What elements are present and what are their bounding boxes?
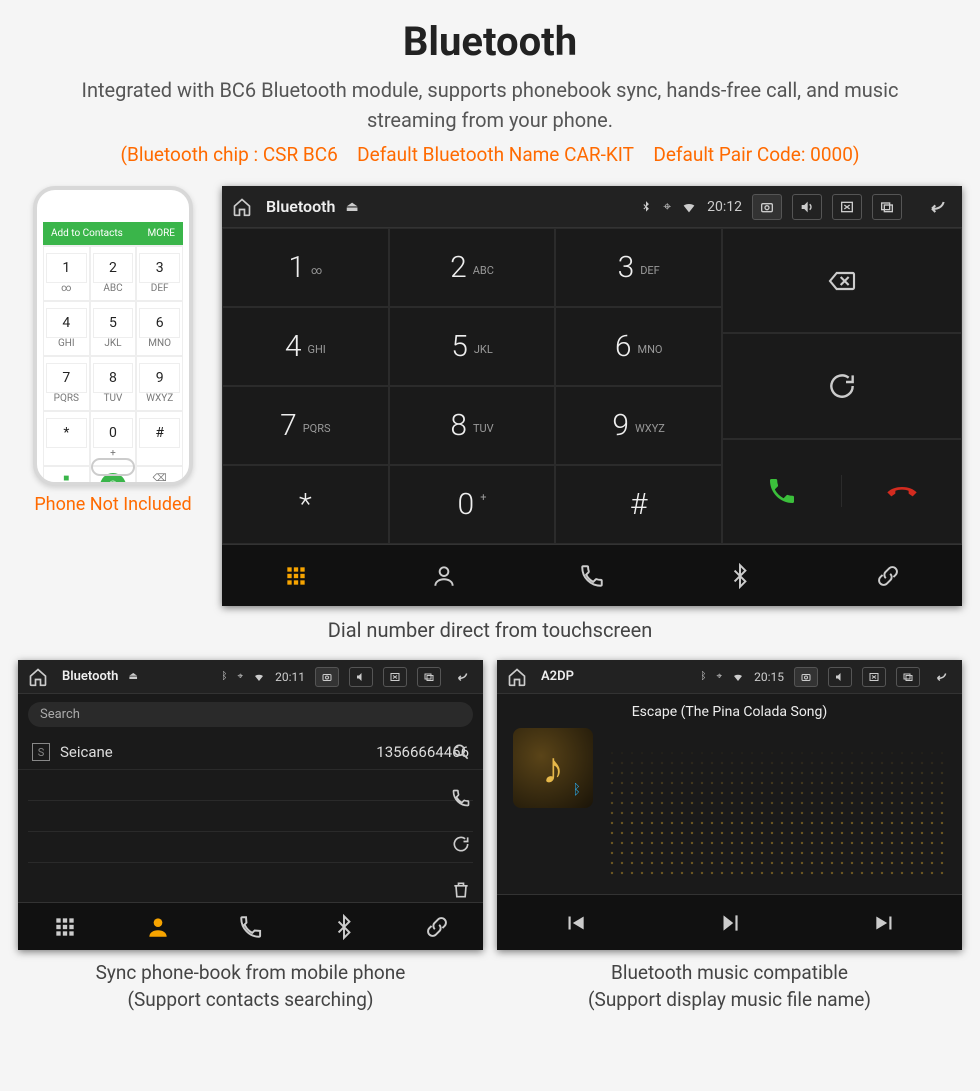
call-icon[interactable] xyxy=(447,784,475,812)
back-icon[interactable] xyxy=(451,670,473,684)
song-title: Escape (The Pina Colada Song) xyxy=(632,704,828,720)
home-icon[interactable] xyxy=(232,197,252,217)
status-title: A2DP xyxy=(541,669,574,684)
phone-column: ༄ Add to Contacts MORE 1∞2ABC3DEF 4GHI5J… xyxy=(18,186,208,515)
key-5[interactable]: 5JKL xyxy=(389,307,556,386)
phone-header-left: Add to Contacts xyxy=(51,228,123,239)
key-9[interactable]: 9WXYZ xyxy=(555,386,722,465)
dialer-panel: Bluetooth ⏏ ⌖ 20:12 xyxy=(222,186,962,606)
redial-button[interactable] xyxy=(722,333,962,438)
phonebook-caption: Sync phone-book from mobile phone (Suppo… xyxy=(18,950,483,1013)
delete-icon[interactable] xyxy=(447,876,475,904)
location-icon: ⌖ xyxy=(237,671,243,682)
key-2[interactable]: 2ABC xyxy=(389,228,556,307)
key-3[interactable]: 3DEF xyxy=(555,228,722,307)
tab-call-log[interactable] xyxy=(518,545,666,606)
volume-icon[interactable] xyxy=(828,667,852,687)
tab-bluetooth[interactable] xyxy=(297,903,390,950)
phonebook-panel: Bluetooth ⏏ ᛒ ⌖ 20:11 Search S Seicane 1… xyxy=(18,660,483,950)
location-icon: ⌖ xyxy=(716,671,722,682)
tab-dialpad[interactable] xyxy=(18,903,111,950)
tab-bluetooth[interactable] xyxy=(666,545,814,606)
page-specs: (Bluetooth chip : CSR BC6 Default Blueto… xyxy=(0,139,980,186)
tab-dialpad[interactable] xyxy=(222,545,370,606)
wifi-icon xyxy=(732,671,744,683)
bluetooth-status-icon: ᛒ xyxy=(221,671,227,682)
bluetooth-badge-icon: ᛒ xyxy=(573,782,581,798)
hangup-button[interactable] xyxy=(842,475,961,507)
contact-name: Seicane xyxy=(60,743,376,761)
key-0[interactable]: 0+ xyxy=(389,465,556,544)
close-icon[interactable] xyxy=(862,667,886,687)
volume-icon[interactable] xyxy=(349,667,373,687)
equalizer-visual xyxy=(607,738,948,880)
bottom-tabs xyxy=(222,544,962,606)
next-track-button[interactable] xyxy=(807,895,962,950)
usb-icon: ⏏ xyxy=(345,199,358,215)
search-input[interactable]: Search xyxy=(28,702,473,727)
a2dp-caption: Bluetooth music compatible (Support disp… xyxy=(497,950,962,1013)
phone-caption: Phone Not Included xyxy=(18,494,208,515)
screenshot-icon[interactable] xyxy=(752,194,782,220)
screenshot-icon[interactable] xyxy=(315,667,339,687)
a2dp-panel: A2DP ᛒ ⌖ 20:15 Escape (The Pina Colada S… xyxy=(497,660,962,950)
screenshot-icon[interactable] xyxy=(794,667,818,687)
status-title: Bluetooth xyxy=(266,197,335,216)
home-icon[interactable] xyxy=(28,667,48,687)
contact-row[interactable]: S Seicane 13566664466 xyxy=(18,735,483,770)
status-title: Bluetooth xyxy=(62,669,118,684)
status-time: 20:15 xyxy=(754,670,784,684)
page-subtitle: Integrated with BC6 Bluetooth module, su… xyxy=(0,65,980,139)
key-1[interactable]: 1∞ xyxy=(222,228,389,307)
play-pause-button[interactable] xyxy=(652,895,807,950)
tab-contacts[interactable] xyxy=(370,545,518,606)
dialpad-grid: 1∞ 2ABC 3DEF 4GHI 5JKL 6MNO 7PQRS 8TUV 9… xyxy=(222,228,722,544)
backspace-button[interactable] xyxy=(722,228,962,333)
tab-pair[interactable] xyxy=(814,545,962,606)
key-4[interactable]: 4GHI xyxy=(222,307,389,386)
home-icon[interactable] xyxy=(507,667,527,687)
volume-icon[interactable] xyxy=(792,194,822,220)
dialer-caption: Dial number direct from touchscreen xyxy=(0,606,980,660)
recent-apps-icon[interactable] xyxy=(896,667,920,687)
key-hash[interactable]: # xyxy=(555,465,722,544)
location-icon: ⌖ xyxy=(663,199,671,215)
status-bar: Bluetooth ⏏ ⌖ 20:12 xyxy=(222,186,962,228)
album-art: ♪ ᛒ xyxy=(513,728,593,808)
music-note-icon: ♪ xyxy=(542,742,564,794)
key-7[interactable]: 7PQRS xyxy=(222,386,389,465)
tab-contacts[interactable] xyxy=(111,903,204,950)
phone-dialpad: 1∞2ABC3DEF 4GHI5JKL6MNO 7PQRS8TUV9WXYZ *… xyxy=(43,245,183,486)
search-icon[interactable] xyxy=(447,738,475,766)
key-star[interactable]: * xyxy=(222,465,389,544)
key-8[interactable]: 8TUV xyxy=(389,386,556,465)
bluetooth-status-icon: ᛒ xyxy=(700,671,706,682)
contact-badge: S xyxy=(32,743,50,761)
wifi-icon xyxy=(253,671,265,683)
close-icon[interactable] xyxy=(383,667,407,687)
call-button[interactable] xyxy=(723,475,842,507)
phone-header-right: MORE xyxy=(148,228,175,239)
key-6[interactable]: 6MNO xyxy=(555,307,722,386)
sync-icon[interactable] xyxy=(447,830,475,858)
back-icon[interactable] xyxy=(930,670,952,684)
recent-apps-icon[interactable] xyxy=(417,667,441,687)
wifi-icon xyxy=(681,199,697,215)
close-icon[interactable] xyxy=(832,194,862,220)
status-time: 20:12 xyxy=(707,199,742,215)
phone-mockup: Add to Contacts MORE 1∞2ABC3DEF 4GHI5JKL… xyxy=(33,186,193,486)
recent-apps-icon[interactable] xyxy=(872,194,902,220)
tab-pair[interactable] xyxy=(390,903,483,950)
back-icon[interactable] xyxy=(922,197,952,217)
prev-track-button[interactable] xyxy=(497,895,652,950)
bluetooth-status-icon xyxy=(639,200,653,214)
tab-call-log[interactable] xyxy=(204,903,297,950)
usb-icon: ⏏ xyxy=(128,671,137,682)
status-time: 20:11 xyxy=(275,670,305,684)
page-title: Bluetooth xyxy=(0,0,980,65)
